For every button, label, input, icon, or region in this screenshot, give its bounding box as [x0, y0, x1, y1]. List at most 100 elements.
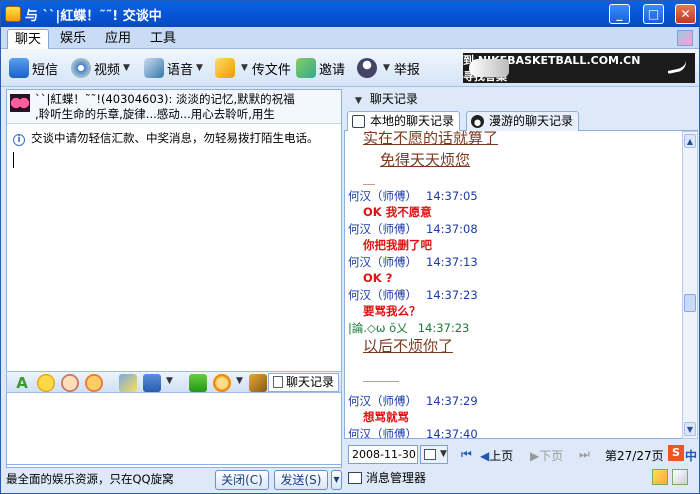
- window-title: 与 ``|紅蝶！˜˜! 交谈中: [25, 8, 162, 24]
- webcam-icon: [71, 58, 91, 78]
- message-text: ＿＿＿: [363, 369, 400, 383]
- message-text: 要骂我么？: [363, 304, 421, 318]
- magic-emoji-icon[interactable]: [61, 374, 79, 392]
- message-text: 以后不烦你了: [363, 337, 454, 355]
- close-button[interactable]: 关闭(C): [215, 470, 269, 490]
- input-toolbar: A ▼ ▼ 聊天记录: [6, 371, 342, 393]
- prev-arrow-icon: ◀: [480, 449, 490, 463]
- message-input[interactable]: [6, 393, 342, 465]
- message-header: |論.◇ω ŏ乂 14:37:23: [348, 320, 470, 335]
- chevron-down-icon[interactable]: ▼: [123, 63, 130, 73]
- shake-icon[interactable]: [85, 374, 103, 392]
- image-icon[interactable]: [119, 374, 137, 392]
- font-icon[interactable]: A: [13, 374, 31, 392]
- chevron-down-icon[interactable]: ▼: [241, 63, 248, 73]
- history-scrollbar[interactable]: ▲ ▼: [682, 131, 698, 439]
- invite-icon: [296, 58, 316, 78]
- tab-local-history[interactable]: 本地的聊天记录: [347, 111, 461, 132]
- chat-window: 与 ``|紅蝶！˜˜! 交谈中 _ □ ✕ 聊天 娱乐 应用 工具 短信 视频 ▼…: [0, 0, 700, 494]
- report-button[interactable]: ▼ 举报: [357, 57, 420, 79]
- scroll-down-icon[interactable]: ▼: [684, 422, 696, 436]
- sms-icon: [9, 58, 29, 78]
- send-file-icon: [215, 58, 235, 78]
- message-header: 何汉（师傅） 14:37:40: [348, 426, 478, 439]
- video-button[interactable]: 视频 ▼: [71, 57, 130, 79]
- history-log[interactable]: 实在不愿的话就算了 免得天天烦您 ＿ 何汉（师傅） 14:37:05 OK 我不愿…: [344, 131, 682, 439]
- local-history-icon: [352, 115, 365, 128]
- message-text: 实在不愿的话就算了: [363, 131, 499, 147]
- report-icon: [357, 58, 377, 78]
- tab-tools[interactable]: 工具: [143, 29, 183, 49]
- screenshot-icon[interactable]: [143, 374, 161, 392]
- chevron-down-icon[interactable]: ▼: [383, 63, 390, 73]
- signature-line-2: ,聆听生命的乐章,旋律...感动...用心去聆听,用生: [35, 107, 275, 121]
- signature-line-1: ``|紅蝶！˜˜!(40304603): 淡淡的记忆,默默的祝福: [35, 92, 295, 106]
- send-button[interactable]: 发送(S): [274, 470, 328, 490]
- gift-icon[interactable]: [249, 374, 267, 392]
- gift-flower-icon[interactable]: [213, 374, 231, 392]
- chevron-down-icon[interactable]: ▼: [236, 376, 243, 386]
- date-field[interactable]: 2008-11-30: [348, 445, 418, 464]
- page-indicator: 第27/27页: [605, 449, 664, 463]
- nike-logo-icon: [666, 60, 688, 74]
- send-file-button[interactable]: ▼ 传文件: [215, 57, 291, 79]
- sogou-ime-icon[interactable]: S: [668, 445, 684, 461]
- music-icon[interactable]: [189, 374, 207, 392]
- history-pane: ▼ 聊天记录 本地的聊天记录 漫游的聊天记录 实在不愿的话就算了 免得天天烦您 ＿…: [344, 89, 698, 493]
- maximize-button[interactable]: □: [643, 4, 664, 24]
- layout-toggle-icon[interactable]: [652, 469, 668, 485]
- message-header: 何汉（师傅） 14:37:13: [348, 254, 478, 269]
- first-page-icon[interactable]: ⏮: [461, 447, 472, 462]
- message-manager-icon: [348, 472, 362, 484]
- tab-roaming-history[interactable]: 漫游的聊天记录: [466, 111, 580, 131]
- history-header[interactable]: ▼ 聊天记录: [344, 89, 698, 109]
- calendar-button[interactable]: ▼: [420, 445, 448, 464]
- invite-button[interactable]: 邀请: [296, 57, 345, 79]
- contact-avatar[interactable]: [10, 94, 30, 112]
- prev-page-button[interactable]: ◀上页: [480, 447, 513, 464]
- status-text: 最全面的娱乐资源，只在QQ旋窝: [6, 472, 174, 486]
- message-text: ＿: [363, 172, 376, 186]
- sms-button[interactable]: 短信: [9, 57, 58, 79]
- ime-chinese-icon[interactable]: 中: [685, 447, 697, 464]
- emoji-icon[interactable]: [37, 374, 55, 392]
- chat-log-button[interactable]: 聊天记录: [267, 373, 339, 392]
- message-text: OK 我不愿意: [363, 205, 432, 219]
- message-text: 免得天天烦您: [380, 151, 471, 169]
- chevron-down-icon[interactable]: ▼: [166, 376, 173, 386]
- message-header: 何汉（师傅） 14:37:29: [348, 393, 478, 408]
- message-header: 何汉（师傅） 14:37:05: [348, 188, 478, 203]
- contact-signature: ``|紅蝶！˜˜!(40304603): 淡淡的记忆,默默的祝福 ,聆听生命的乐…: [7, 90, 341, 124]
- tab-apps[interactable]: 应用: [98, 29, 138, 49]
- qq-logo-icon: [5, 6, 21, 22]
- next-page-button[interactable]: ▶下页: [530, 447, 563, 464]
- menu-bar: 聊天 娱乐 应用 工具: [1, 27, 699, 49]
- tab-entertainment[interactable]: 娱乐: [53, 29, 93, 49]
- message-text: OK ?: [363, 271, 393, 285]
- document-icon: [272, 376, 283, 388]
- calendar-icon: [424, 449, 436, 460]
- ad-banner[interactable]: 到 NIKEBASKETBALL.COM.CN 寻找答案: [463, 53, 695, 83]
- next-arrow-icon: ▶: [530, 449, 540, 463]
- tab-chat[interactable]: 聊天: [7, 29, 50, 49]
- message-manager-button[interactable]: 消息管理器: [348, 469, 426, 486]
- message-header: 何汉（师傅） 14:37:23: [348, 287, 478, 302]
- last-page-icon[interactable]: ⏭: [579, 447, 590, 462]
- message-header: 何汉（师傅） 14:37:08: [348, 221, 478, 236]
- minimize-button[interactable]: _: [609, 4, 630, 24]
- layout-toggle-icon[interactable]: [672, 469, 688, 485]
- send-options-chevron-icon[interactable]: ▼: [331, 470, 342, 490]
- close-window-button[interactable]: ✕: [675, 4, 696, 24]
- history-tabs: 本地的聊天记录 漫游的聊天记录: [344, 109, 698, 132]
- voice-button[interactable]: 语音 ▼: [144, 57, 203, 79]
- title-bar[interactable]: 与 ``|紅蝶！˜˜! 交谈中 _ □ ✕: [1, 1, 699, 27]
- text-cursor: [13, 152, 14, 168]
- microphone-icon: [144, 58, 164, 78]
- skin-icon[interactable]: [677, 30, 693, 46]
- scroll-thumb[interactable]: [684, 294, 696, 312]
- collapse-chevron-icon[interactable]: ▼: [355, 96, 362, 106]
- chevron-down-icon[interactable]: ▼: [196, 63, 203, 73]
- penguin-icon: [471, 115, 484, 128]
- scroll-up-icon[interactable]: ▲: [684, 134, 696, 148]
- info-icon: i: [13, 134, 25, 146]
